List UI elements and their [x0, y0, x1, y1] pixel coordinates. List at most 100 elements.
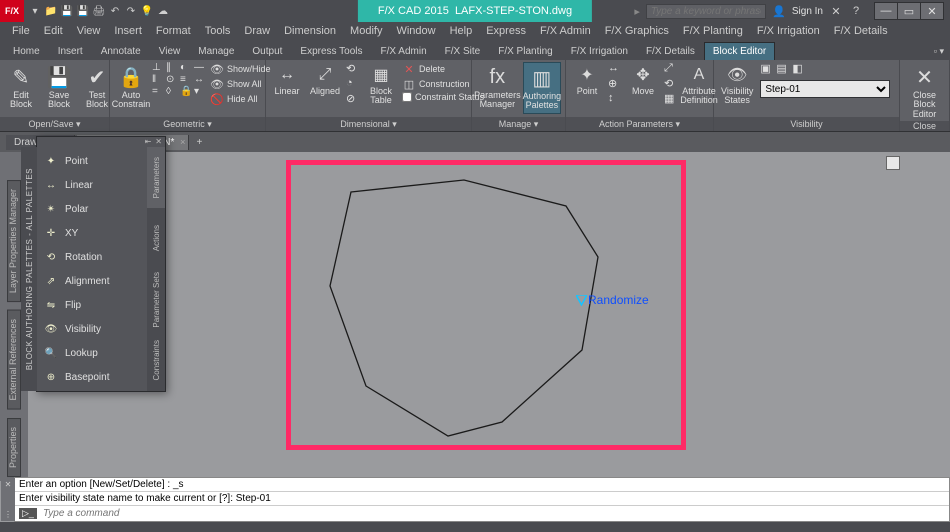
help-search-input[interactable] [646, 4, 766, 19]
menu-item[interactable]: Help [444, 24, 479, 38]
command-line[interactable]: ✕⋮ Enter an option [New/Set/Delete] : _s… [14, 477, 950, 522]
ribbon-tab[interactable]: F/X Planting [489, 42, 561, 60]
visibility-grip[interactable]: Randomize [576, 293, 649, 307]
ribbon-group-label[interactable]: Visibility [714, 117, 899, 131]
save-block-button[interactable]: 💾SaveBlock [42, 62, 76, 112]
signin-label[interactable]: Sign In [792, 6, 823, 17]
visibility-state-select[interactable]: Step-01 [760, 80, 890, 98]
palette-tab[interactable]: Constraints [147, 330, 165, 391]
palette-close-icon[interactable]: ✕ [155, 137, 162, 147]
maximize-button[interactable]: ▭ [897, 2, 921, 20]
redo-icon[interactable]: ↷ [124, 4, 138, 18]
menu-item[interactable]: Express [480, 24, 532, 38]
undo-icon[interactable]: ↶ [108, 4, 122, 18]
block-authoring-palette[interactable]: BLOCK AUTHORING PALETTES - ALL PALETTES … [36, 136, 166, 392]
command-line-handle[interactable]: ✕⋮ [1, 478, 15, 521]
menu-item[interactable]: File [6, 24, 36, 38]
menu-item[interactable]: View [71, 24, 107, 38]
menu-item[interactable]: F/X Graphics [599, 24, 675, 38]
menu-item[interactable]: Format [150, 24, 197, 38]
ribbon-group-label[interactable]: Manage ▾ [472, 117, 565, 131]
palette-tab[interactable]: Parameter Sets [147, 269, 165, 330]
collapsed-panel-tab[interactable]: Layer Properties Manager [7, 180, 21, 302]
palette-tab[interactable]: Actions [147, 208, 165, 269]
palette-item[interactable]: 🔍Lookup [37, 341, 147, 365]
ribbon-tab[interactable]: Block Editor [704, 42, 775, 60]
palette-item[interactable]: ⊕Basepoint [37, 365, 147, 389]
cloud-icon[interactable]: ☁ [156, 4, 170, 18]
palette-item[interactable]: ✦Point [37, 149, 147, 173]
close-window-button[interactable]: ✕ [920, 2, 944, 20]
ribbon-tab[interactable]: F/X Admin [372, 42, 436, 60]
palette-item[interactable]: ✴Polar [37, 197, 147, 221]
palette-item[interactable]: ⇗Alignment [37, 269, 147, 293]
palette-title-bar[interactable]: BLOCK AUTHORING PALETTES - ALL PALETTES [21, 147, 37, 391]
visibility-states-button[interactable]: 👁VisibilityStates [718, 62, 756, 108]
palette-autohide-icon[interactable]: ⇤ [145, 137, 152, 147]
open-icon[interactable]: 📁 [44, 4, 58, 18]
signin-icon[interactable]: 👤 [772, 4, 786, 18]
palette-item[interactable]: ⇋Flip [37, 293, 147, 317]
ribbon-group-label[interactable]: Geometric ▾ [110, 117, 265, 131]
palette-item[interactable]: ↔Linear [37, 173, 147, 197]
palette-item[interactable]: ⟲Rotation [37, 245, 147, 269]
ribbon-group-label[interactable]: Dimensional ▾ [266, 117, 471, 131]
menu-item[interactable]: F/X Planting [677, 24, 749, 38]
ribbon-tab[interactable]: Output [243, 42, 291, 60]
auto-constrain-button[interactable]: 🔒AutoConstrain [114, 62, 148, 112]
menu-item[interactable]: F/X Admin [534, 24, 597, 38]
ribbon-group-label[interactable]: Action Parameters ▾ [566, 117, 713, 131]
doc-tab-add[interactable]: + [191, 135, 207, 149]
ribbon-tab[interactable]: F/X Details [637, 42, 704, 60]
ribbon-group-label[interactable]: Close [900, 121, 949, 131]
help-icon[interactable]: ? [849, 4, 863, 18]
command-input[interactable] [41, 507, 945, 520]
aligned-button[interactable]: ⤢Aligned [308, 62, 342, 98]
collapsed-panel-tab[interactable]: External References [7, 310, 21, 410]
authoring-palettes-button[interactable]: ▥AuthoringPalettes [523, 62, 561, 114]
ribbon-tab[interactable]: Manage [189, 42, 243, 60]
show-all-button[interactable]: 👁Show All [210, 77, 271, 91]
menu-item[interactable]: Modify [344, 24, 388, 38]
menu-item[interactable]: F/X Irrigation [751, 24, 826, 38]
attribute-def-button[interactable]: AAttributeDefinition [682, 62, 716, 108]
palette-item[interactable]: 👁Visibility [37, 317, 147, 341]
plot-icon[interactable]: 🖨 [92, 4, 106, 18]
edit-block-button[interactable]: ✎EditBlock [4, 62, 38, 112]
save-icon[interactable]: 💾 [60, 4, 74, 18]
menu-item[interactable]: F/X Details [828, 24, 894, 38]
ribbon-tab[interactable]: Express Tools [291, 42, 371, 60]
palette-tab[interactable]: Parameters [147, 147, 165, 208]
menu-item[interactable]: Draw [238, 24, 276, 38]
hide-all-button[interactable]: 🚫Hide All [210, 92, 271, 106]
exchange-icon[interactable]: ✕ [829, 4, 843, 18]
move-action-button[interactable]: ✥Move [626, 62, 660, 98]
new-icon[interactable]: ▾ [28, 4, 42, 18]
menu-item[interactable]: Tools [199, 24, 237, 38]
collapsed-panel-tab[interactable]: Properties [7, 418, 21, 477]
block-table-button[interactable]: ▦BlockTable [364, 62, 398, 108]
app-logo[interactable]: F/X [0, 0, 24, 22]
ribbon-tab[interactable]: Home [4, 42, 49, 60]
parameters-manager-button[interactable]: fxParametersManager [476, 62, 519, 112]
menu-item[interactable]: Window [390, 24, 441, 38]
test-block-button[interactable]: ✔TestBlock [80, 62, 114, 112]
saveas-icon[interactable]: 💾 [76, 4, 90, 18]
minimize-button[interactable]: — [874, 2, 898, 20]
ribbon-tab[interactable]: View [150, 42, 190, 60]
linear-button[interactable]: ↔Linear [270, 62, 304, 98]
ribbon-tab[interactable]: F/X Irrigation [562, 42, 637, 60]
ribbon-tab[interactable]: F/X Site [436, 42, 490, 60]
ribbon-group-label[interactable]: Open/Save ▾ [0, 117, 109, 131]
menu-item[interactable]: Dimension [278, 24, 342, 38]
bulb-icon[interactable]: 💡 [140, 4, 154, 18]
show-hide-button[interactable]: 👁Show/Hide [210, 62, 271, 76]
menu-item[interactable]: Insert [108, 24, 148, 38]
close-block-editor-button[interactable]: ✕CloseBlock Editor [904, 62, 945, 121]
point-param-button[interactable]: ✦Point [570, 62, 604, 98]
ribbon-tab[interactable]: Insert [49, 42, 92, 60]
menu-item[interactable]: Edit [38, 24, 69, 38]
ribbon-tabs: HomeInsertAnnotateViewManageOutputExpres… [0, 40, 950, 60]
ribbon-tab[interactable]: Annotate [92, 42, 150, 60]
palette-item[interactable]: ✛XY [37, 221, 147, 245]
